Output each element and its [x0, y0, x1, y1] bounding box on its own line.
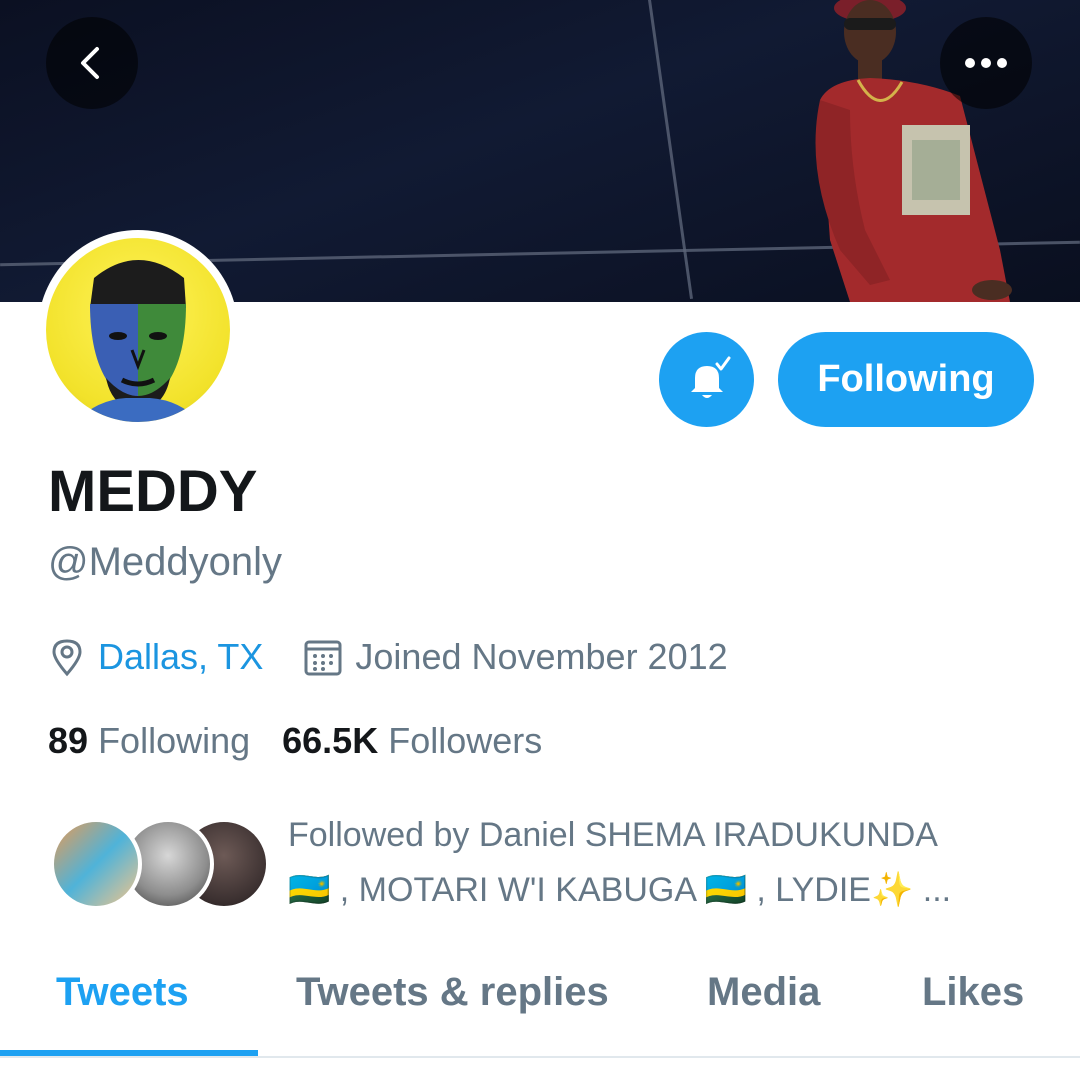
- mutual-followers-avatars[interactable]: [50, 818, 270, 912]
- profile-meta: Dallas, TX Joined November 2012: [48, 636, 728, 678]
- following-button[interactable]: Following: [778, 332, 1034, 427]
- tab-tweets[interactable]: Tweets: [56, 970, 189, 1015]
- profile-handle: @Meddyonly: [48, 540, 283, 584]
- display-name: MEDDY: [48, 459, 258, 524]
- location[interactable]: Dallas, TX: [48, 636, 303, 678]
- joined-text: Joined November 2012: [355, 636, 728, 677]
- profile-avatar[interactable]: [38, 230, 238, 430]
- followers-label: Followers: [388, 720, 543, 761]
- chevron-left-icon: [81, 47, 99, 79]
- banner-line: [648, 0, 694, 300]
- location-pin-icon: [52, 639, 82, 677]
- following-stat[interactable]: 89 Following: [48, 720, 250, 762]
- location-text[interactable]: Dallas, TX: [98, 636, 263, 678]
- tab-media[interactable]: Media: [707, 970, 820, 1015]
- followers-count: 66.5K: [282, 720, 379, 761]
- followed-by-text[interactable]: Followed by Daniel SHEMA IRADUKUNDA 🇷🇼 ,…: [288, 808, 1028, 918]
- tab-likes[interactable]: Likes: [922, 970, 1024, 1015]
- profile-tabs: Tweets Tweets & replies Media Likes: [0, 940, 1080, 1058]
- calendar-icon: [304, 640, 342, 676]
- joined-date: Joined November 2012: [303, 636, 728, 678]
- followed-by-line: Followed by Daniel SHEMA IRADUKUNDA: [288, 816, 938, 854]
- tab-tweets-and-replies[interactable]: Tweets & replies: [296, 970, 609, 1015]
- bell-check-icon: [690, 356, 730, 398]
- back-button[interactable]: [46, 17, 138, 109]
- avatar: [50, 818, 142, 910]
- following-count: 89: [48, 720, 89, 761]
- more-horizontal-icon: [965, 58, 1007, 68]
- followed-by-line: 🇷🇼 , MOTARI W'I KABUGA 🇷🇼 , LYDIE✨ ...: [288, 871, 952, 909]
- active-tab-indicator: [0, 1050, 258, 1056]
- notifications-bell-button[interactable]: [659, 332, 754, 427]
- more-options-button[interactable]: [940, 17, 1032, 109]
- follow-stats: 89 Following 66.5K Followers: [48, 720, 574, 762]
- following-label: Following: [98, 720, 251, 761]
- followers-stat[interactable]: 66.5K Followers: [282, 720, 542, 762]
- avatar-image: [46, 238, 230, 422]
